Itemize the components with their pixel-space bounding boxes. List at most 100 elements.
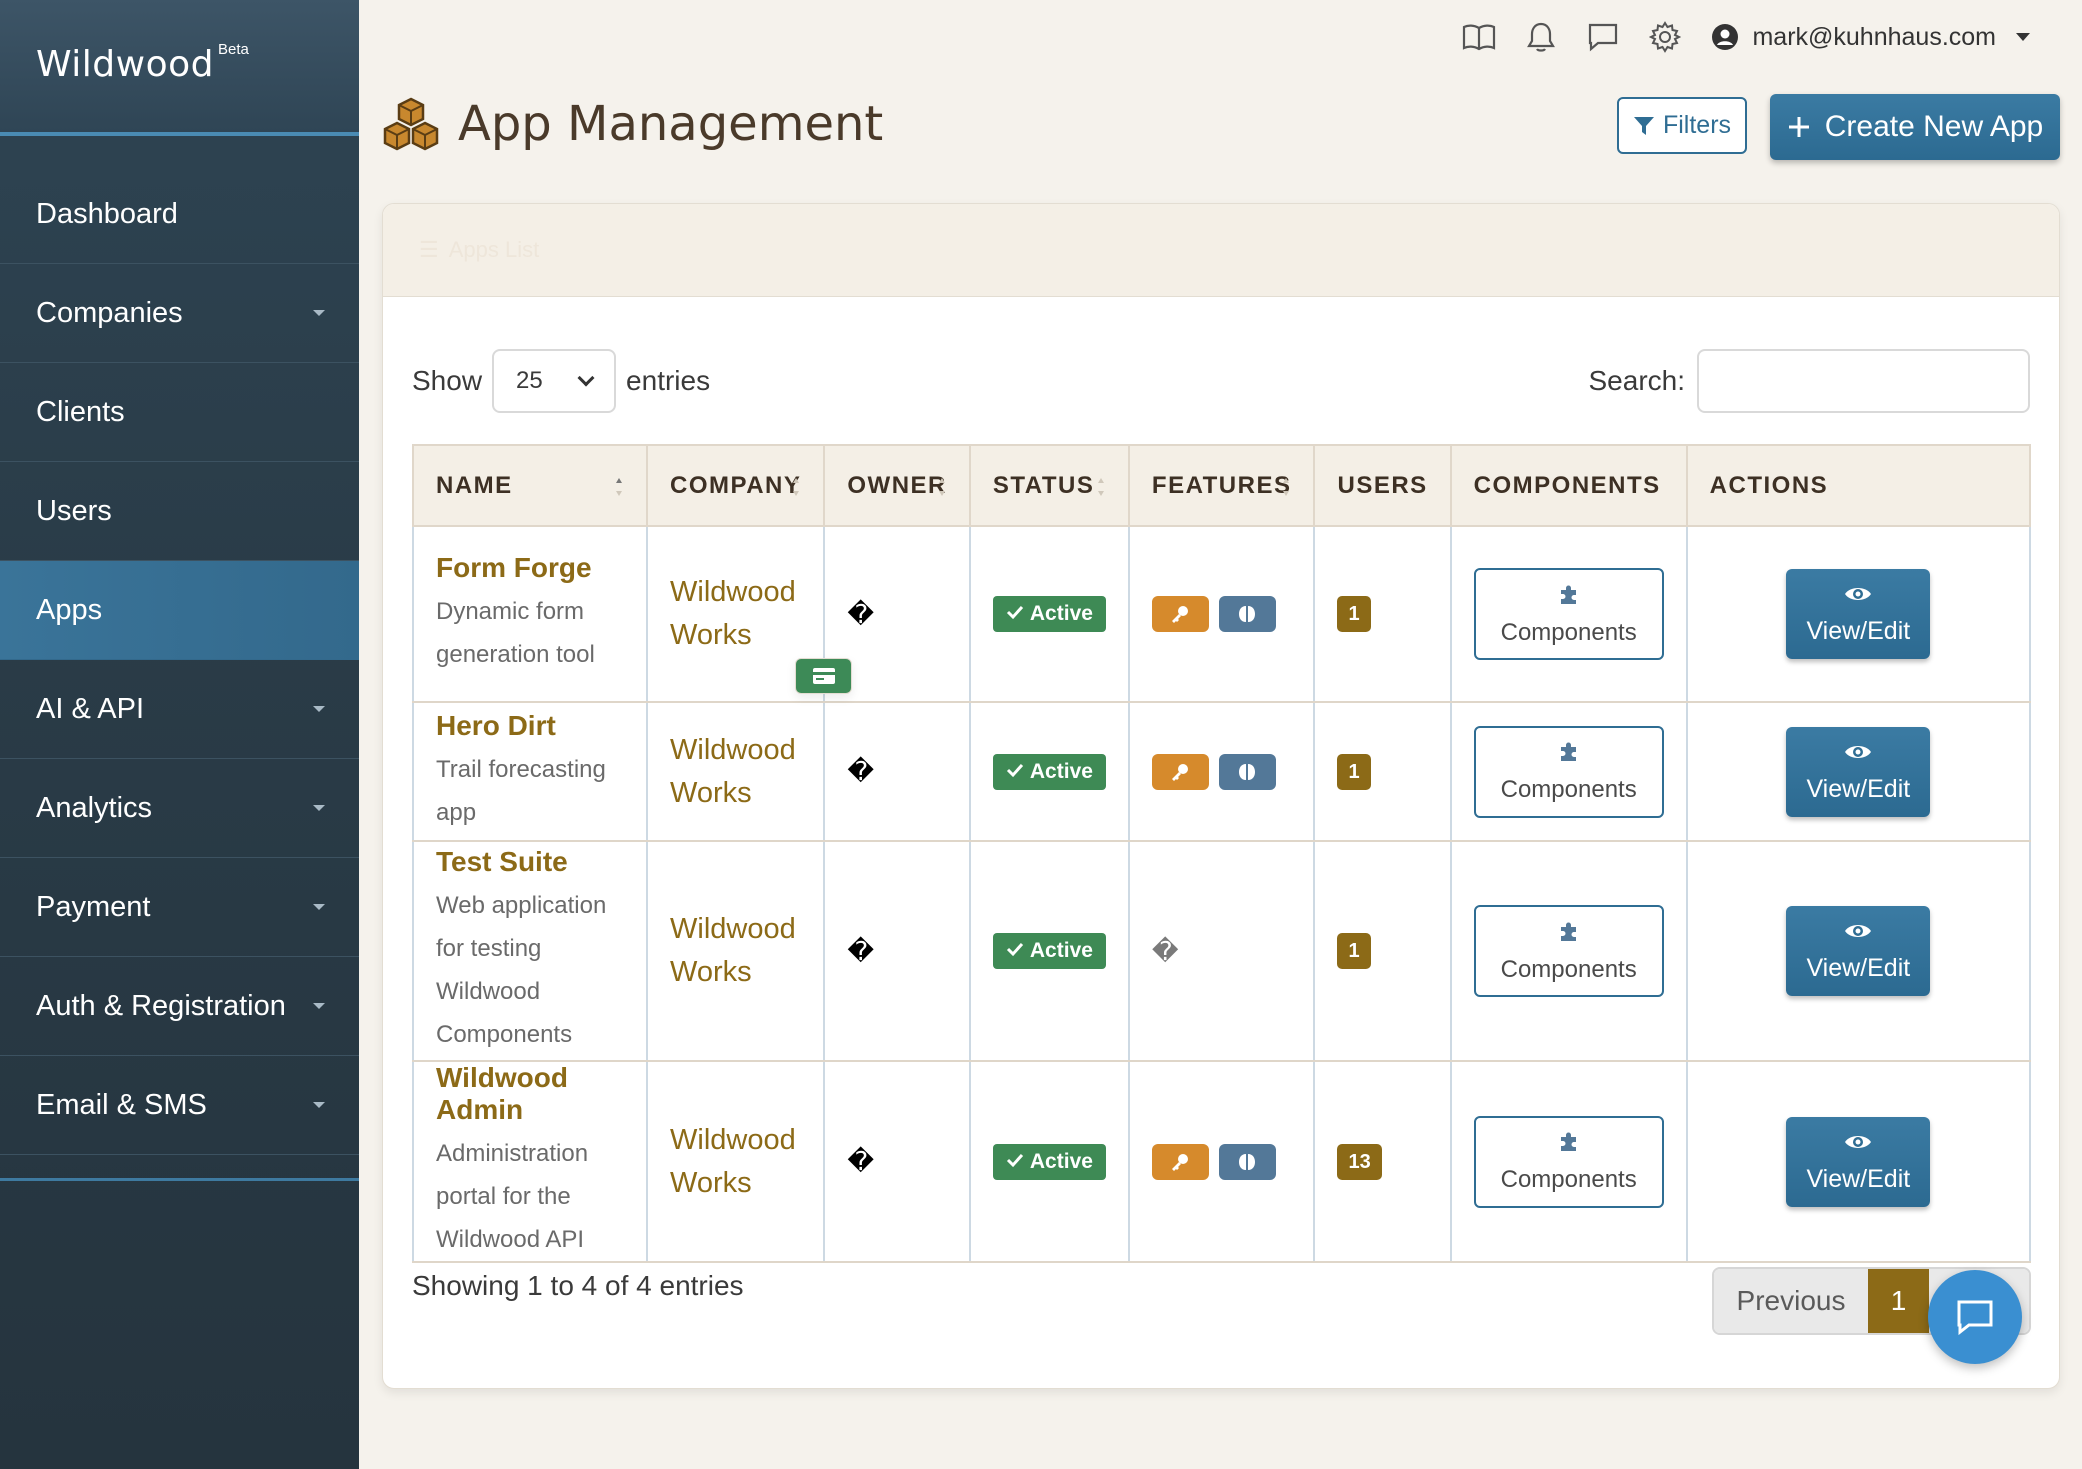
company-link[interactable]: Wildwood Works <box>670 576 796 651</box>
sidebar-item-email-sms[interactable]: Email & SMS <box>0 1056 359 1155</box>
users-count-badge: 1 <box>1337 933 1371 969</box>
status-label: Active <box>1029 1149 1093 1173</box>
cell-actions: View/Edit <box>1685 840 2032 1062</box>
book-icon[interactable] <box>1448 23 1510 51</box>
sidebar-item-clients[interactable]: Clients <box>0 363 359 462</box>
page-1-button[interactable]: 1 <box>1868 1269 1929 1333</box>
cell-name: Hero Dirt Trail forecasting app <box>412 701 648 842</box>
gear-icon[interactable] <box>1634 21 1696 53</box>
previous-page-button[interactable]: Previous <box>1714 1269 1868 1333</box>
bell-icon[interactable] <box>1510 21 1572 53</box>
sidebar-item-ai-api[interactable]: AI & API <box>0 660 359 759</box>
chat-icon <box>1957 1300 1993 1336</box>
brand-beta-tag: Beta <box>218 40 249 58</box>
sidebar-item-label: Auth & Registration <box>36 989 286 1022</box>
page-length-control: Show 25 entries <box>412 349 710 413</box>
sidebar-item-dashboard[interactable]: Dashboard <box>0 165 359 264</box>
column-name[interactable]: NAME <box>412 444 648 527</box>
cell-actions: View/Edit <box>1685 1060 2032 1263</box>
card-header: ☰ Apps List <box>383 204 2059 297</box>
filter-icon <box>1633 116 1654 135</box>
filters-label: Filters <box>1662 111 1732 139</box>
view-edit-button[interactable]: View/Edit <box>1786 726 1931 817</box>
cell-users: 13 <box>1313 1060 1452 1263</box>
entries-label: entries <box>626 365 711 396</box>
users-count-badge: 13 <box>1337 1143 1382 1180</box>
sidebar-item-auth-registration[interactable]: Auth & Registration <box>0 957 359 1056</box>
status-badge: Active <box>992 1143 1106 1180</box>
cell-users: 1 <box>1313 840 1452 1062</box>
cell-status: Active <box>968 701 1130 842</box>
sidebar-item-label: Apps <box>36 593 103 626</box>
create-new-app-button[interactable]: Create New App <box>1770 94 2060 160</box>
cell-status: Active <box>968 840 1130 1062</box>
sidebar-item-label: Dashboard <box>36 197 178 230</box>
app-name-link[interactable]: Hero Dirt <box>436 710 624 742</box>
sidebar-item-analytics[interactable]: Analytics <box>0 759 359 858</box>
card-header-title: Apps List <box>448 237 540 262</box>
table-row: Test Suite Web application for testing Wi… <box>412 840 2032 1062</box>
company-link[interactable]: Wildwood Works <box>670 734 796 809</box>
status-label: Active <box>1029 939 1093 962</box>
column-company[interactable]: COMPANY <box>645 444 826 527</box>
eye-icon <box>1843 582 1873 611</box>
cell-features: � <box>1127 840 1316 1062</box>
sidebar-item-users[interactable]: Users <box>0 462 359 561</box>
view-edit-button[interactable]: View/Edit <box>1786 906 1931 996</box>
key-icon <box>1151 596 1209 632</box>
company-link[interactable]: Wildwood Works <box>670 913 796 988</box>
user-menu[interactable]: mark@kuhnhaus.com <box>1712 23 2030 52</box>
filters-button[interactable]: Filters <box>1617 97 1747 154</box>
sort-asc-icon <box>616 478 622 496</box>
app-name-link[interactable]: Test Suite <box>436 846 624 878</box>
caret-down-icon <box>313 904 325 910</box>
app-name-link[interactable]: Form Forge <box>436 552 624 584</box>
company-link[interactable]: Wildwood Works <box>670 1124 796 1199</box>
components-label: Components <box>1500 955 1637 983</box>
sidebar-item-payment[interactable]: Payment <box>0 858 359 957</box>
chat-bubble-icon[interactable] <box>1572 22 1634 52</box>
check-icon <box>1006 1150 1024 1174</box>
components-label: Components <box>1500 1166 1637 1193</box>
users-count-badge: 1 <box>1337 596 1371 632</box>
column-users: USERS <box>1313 444 1452 527</box>
sidebar-item-companies[interactable]: Companies <box>0 264 359 363</box>
status-badge: Active <box>992 596 1106 632</box>
components-button[interactable]: Components <box>1473 568 1664 660</box>
sidebar-item-label: Analytics <box>36 791 153 824</box>
status-label: Active <box>1029 602 1093 625</box>
eye-icon <box>1843 740 1873 769</box>
column-owner[interactable]: OWNER <box>823 444 971 527</box>
app-description: Administration portal for the Wildwood A… <box>436 1140 589 1253</box>
view-edit-label: View/Edit <box>1806 1164 1911 1193</box>
view-edit-button[interactable]: View/Edit <box>1786 569 1931 659</box>
search-input[interactable] <box>1697 349 2030 413</box>
show-label: Show <box>412 365 483 396</box>
owner-glyph: � <box>847 936 875 967</box>
components-button[interactable]: Components <box>1473 725 1664 818</box>
page-length-select[interactable]: 25 <box>492 349 617 413</box>
sidebar-item-label: Clients <box>36 395 125 428</box>
cell-name: Test Suite Web application for testing Wi… <box>412 840 648 1062</box>
cell-status: Active <box>968 525 1130 703</box>
page-length-value: 25 <box>516 367 543 394</box>
sidebar-item-apps[interactable]: Apps <box>0 561 359 660</box>
credit-card-icon <box>795 658 852 694</box>
app-name-link[interactable]: Wildwood Admin <box>436 1062 624 1126</box>
table-header-row: NAME COMPANY OWNER STATUS FEATURES USERS… <box>412 444 2032 527</box>
column-status[interactable]: STATUS <box>968 444 1130 527</box>
components-button[interactable]: Components <box>1473 1115 1664 1208</box>
brain-icon <box>1218 1143 1276 1180</box>
chat-launcher-button[interactable] <box>1928 1270 2022 1364</box>
cell-status: Active <box>968 1060 1130 1263</box>
owner-glyph: � <box>847 599 875 630</box>
components-button[interactable]: Components <box>1473 905 1664 997</box>
column-features[interactable]: FEATURES <box>1127 444 1316 527</box>
brand-name: Wildwood <box>36 43 215 85</box>
puzzle-icon <box>1557 1129 1581 1160</box>
view-edit-button[interactable]: View/Edit <box>1786 1116 1931 1207</box>
apps-card: ☰ Apps List Show 25 entries Search: NAME… <box>382 203 2060 1389</box>
app-description: Web application for testing Wildwood Com… <box>436 892 607 1048</box>
brand-logo[interactable]: Wildwood Beta <box>0 0 359 136</box>
chevron-down-icon <box>577 369 595 387</box>
